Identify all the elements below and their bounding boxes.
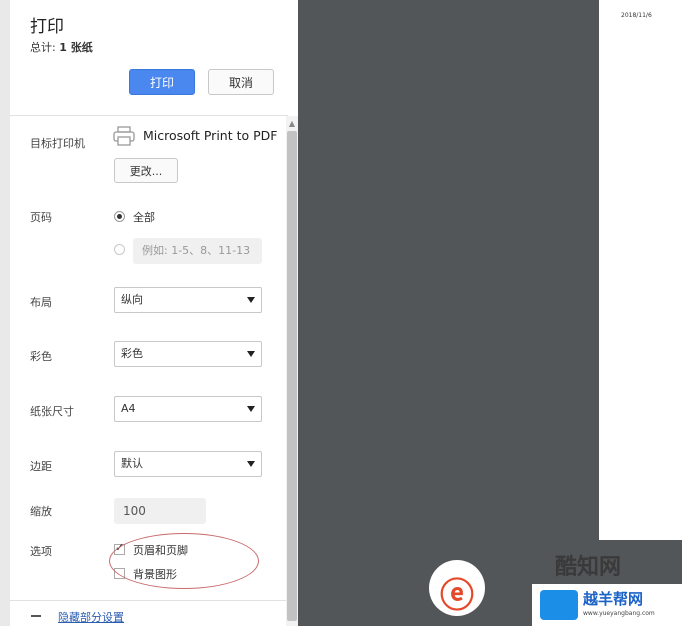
layout-value: 纵向	[121, 293, 143, 306]
printer-name: Microsoft Print to PDF	[143, 128, 278, 143]
pages-label: 页码	[30, 211, 52, 224]
watermark-site-url: www.yueyangbang.com	[583, 610, 655, 617]
margins-value: 默认	[121, 457, 143, 470]
scale-input[interactable]: 100	[114, 498, 206, 524]
chevron-down-icon	[247, 297, 255, 303]
divider	[10, 115, 288, 116]
pages-custom-input[interactable]: 例如: 1-5、8、11-13	[133, 238, 262, 264]
margins-label: 边距	[30, 460, 52, 473]
color-select[interactable]: 彩色	[114, 341, 262, 367]
print-settings-panel: 打印 总计: 1 张纸 打印 取消 目标打印机 Microsoft Print …	[0, 0, 298, 626]
pages-all-label: 全部	[133, 211, 155, 224]
hide-settings-link[interactable]: 隐藏部分设置	[58, 609, 124, 625]
paper-size-value: A4	[121, 402, 136, 415]
watermark-brand-text: 酷知网	[555, 555, 622, 580]
watermark-site-text: 越羊帮网	[583, 590, 644, 608]
chevron-down-icon	[247, 461, 255, 467]
printer-icon	[113, 126, 135, 146]
margins-select[interactable]: 默认	[114, 451, 262, 477]
chevron-down-icon	[247, 406, 255, 412]
change-printer-button[interactable]: 更改...	[114, 158, 178, 183]
divider	[10, 600, 288, 601]
print-button[interactable]: 打印	[129, 69, 195, 95]
paper-size-select[interactable]: A4	[114, 396, 262, 422]
scale-label: 缩放	[30, 505, 52, 518]
sheet-total-value: 1 张纸	[59, 41, 93, 54]
scrollbar-thumb[interactable]	[287, 131, 297, 621]
cancel-button[interactable]: 取消	[208, 69, 274, 95]
color-label: 彩色	[30, 350, 52, 363]
destination-label: 目标打印机	[30, 137, 85, 150]
color-value: 彩色	[121, 347, 143, 360]
pages-all-radio[interactable]	[114, 211, 125, 222]
preview-date: 2018/11/6	[621, 12, 652, 19]
preview-page	[599, 0, 682, 540]
options-label: 选项	[30, 545, 52, 558]
layout-select[interactable]: 纵向	[114, 287, 262, 313]
chevron-down-icon	[247, 351, 255, 357]
paper-size-label: 纸张尺寸	[30, 405, 74, 418]
sheet-total: 总计: 1 张纸	[30, 39, 93, 55]
scroll-up-icon[interactable]: ▲	[286, 119, 298, 129]
layout-label: 布局	[30, 296, 52, 309]
sheet-total-prefix: 总计:	[30, 41, 56, 54]
pages-custom-radio[interactable]	[114, 244, 125, 255]
collapse-icon[interactable]	[31, 615, 41, 617]
watermark-logo-icon: ⓔ	[440, 576, 474, 616]
dialog-title: 打印	[30, 17, 64, 37]
watermark-site-icon	[540, 590, 578, 620]
highlight-ellipse	[109, 533, 259, 589]
